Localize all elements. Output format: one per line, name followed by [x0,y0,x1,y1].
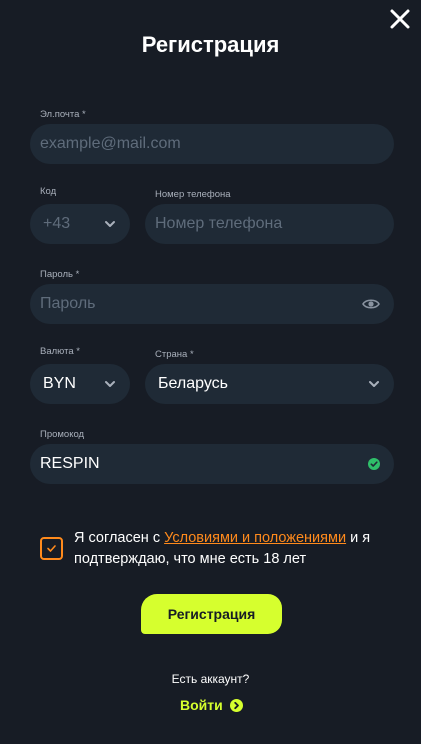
promo-label: Промокод [40,429,85,440]
terms-link[interactable]: Условиями и положениями [164,530,346,546]
country-value: Беларусь [158,375,228,392]
check-circle-icon [368,458,380,470]
currency-value: BYN [43,375,76,392]
currency-label: Валюта * [40,346,80,357]
login-label: Войти [180,697,223,713]
arrow-circle-right-icon [229,698,243,712]
eye-icon[interactable] [362,296,380,312]
password-placeholder: Пароль [40,295,96,312]
checkmark-icon [47,545,56,552]
chevron-down-icon [105,381,115,387]
close-icon[interactable] [387,6,413,32]
chevron-down-icon [105,221,115,227]
country-code-select[interactable]: +43 [30,204,130,244]
password-field[interactable]: Пароль [30,284,394,324]
phone-label: Номер телефона [155,189,231,200]
login-link[interactable]: Войти [180,697,243,713]
code-label: Код [40,186,57,197]
country-label: Страна * [155,349,194,360]
email-field[interactable]: example@mail.com [30,124,394,164]
phone-placeholder: Номер телефона [155,215,283,232]
terms-text-before: Я согласен с [74,530,165,546]
password-label: Пароль * [40,269,80,280]
have-account-text: Есть аккаунт? [171,672,250,686]
promo-value: RESPIN [40,455,100,472]
register-button[interactable]: Регистрация [141,594,282,634]
code-value: +43 [43,215,71,232]
chevron-down-icon [369,381,379,387]
email-label: Эл.почта * [40,109,86,120]
terms-checkbox[interactable] [40,537,63,560]
email-placeholder: example@mail.com [40,135,181,152]
page-title: Регистрация [141,32,280,57]
terms-text: Я согласен с Условиями и положениями и я… [74,528,374,570]
currency-select[interactable]: BYN [30,364,130,404]
country-select[interactable]: Беларусь [145,364,394,404]
phone-field[interactable]: Номер телефона [145,204,394,244]
promo-field[interactable]: RESPIN [30,444,394,484]
